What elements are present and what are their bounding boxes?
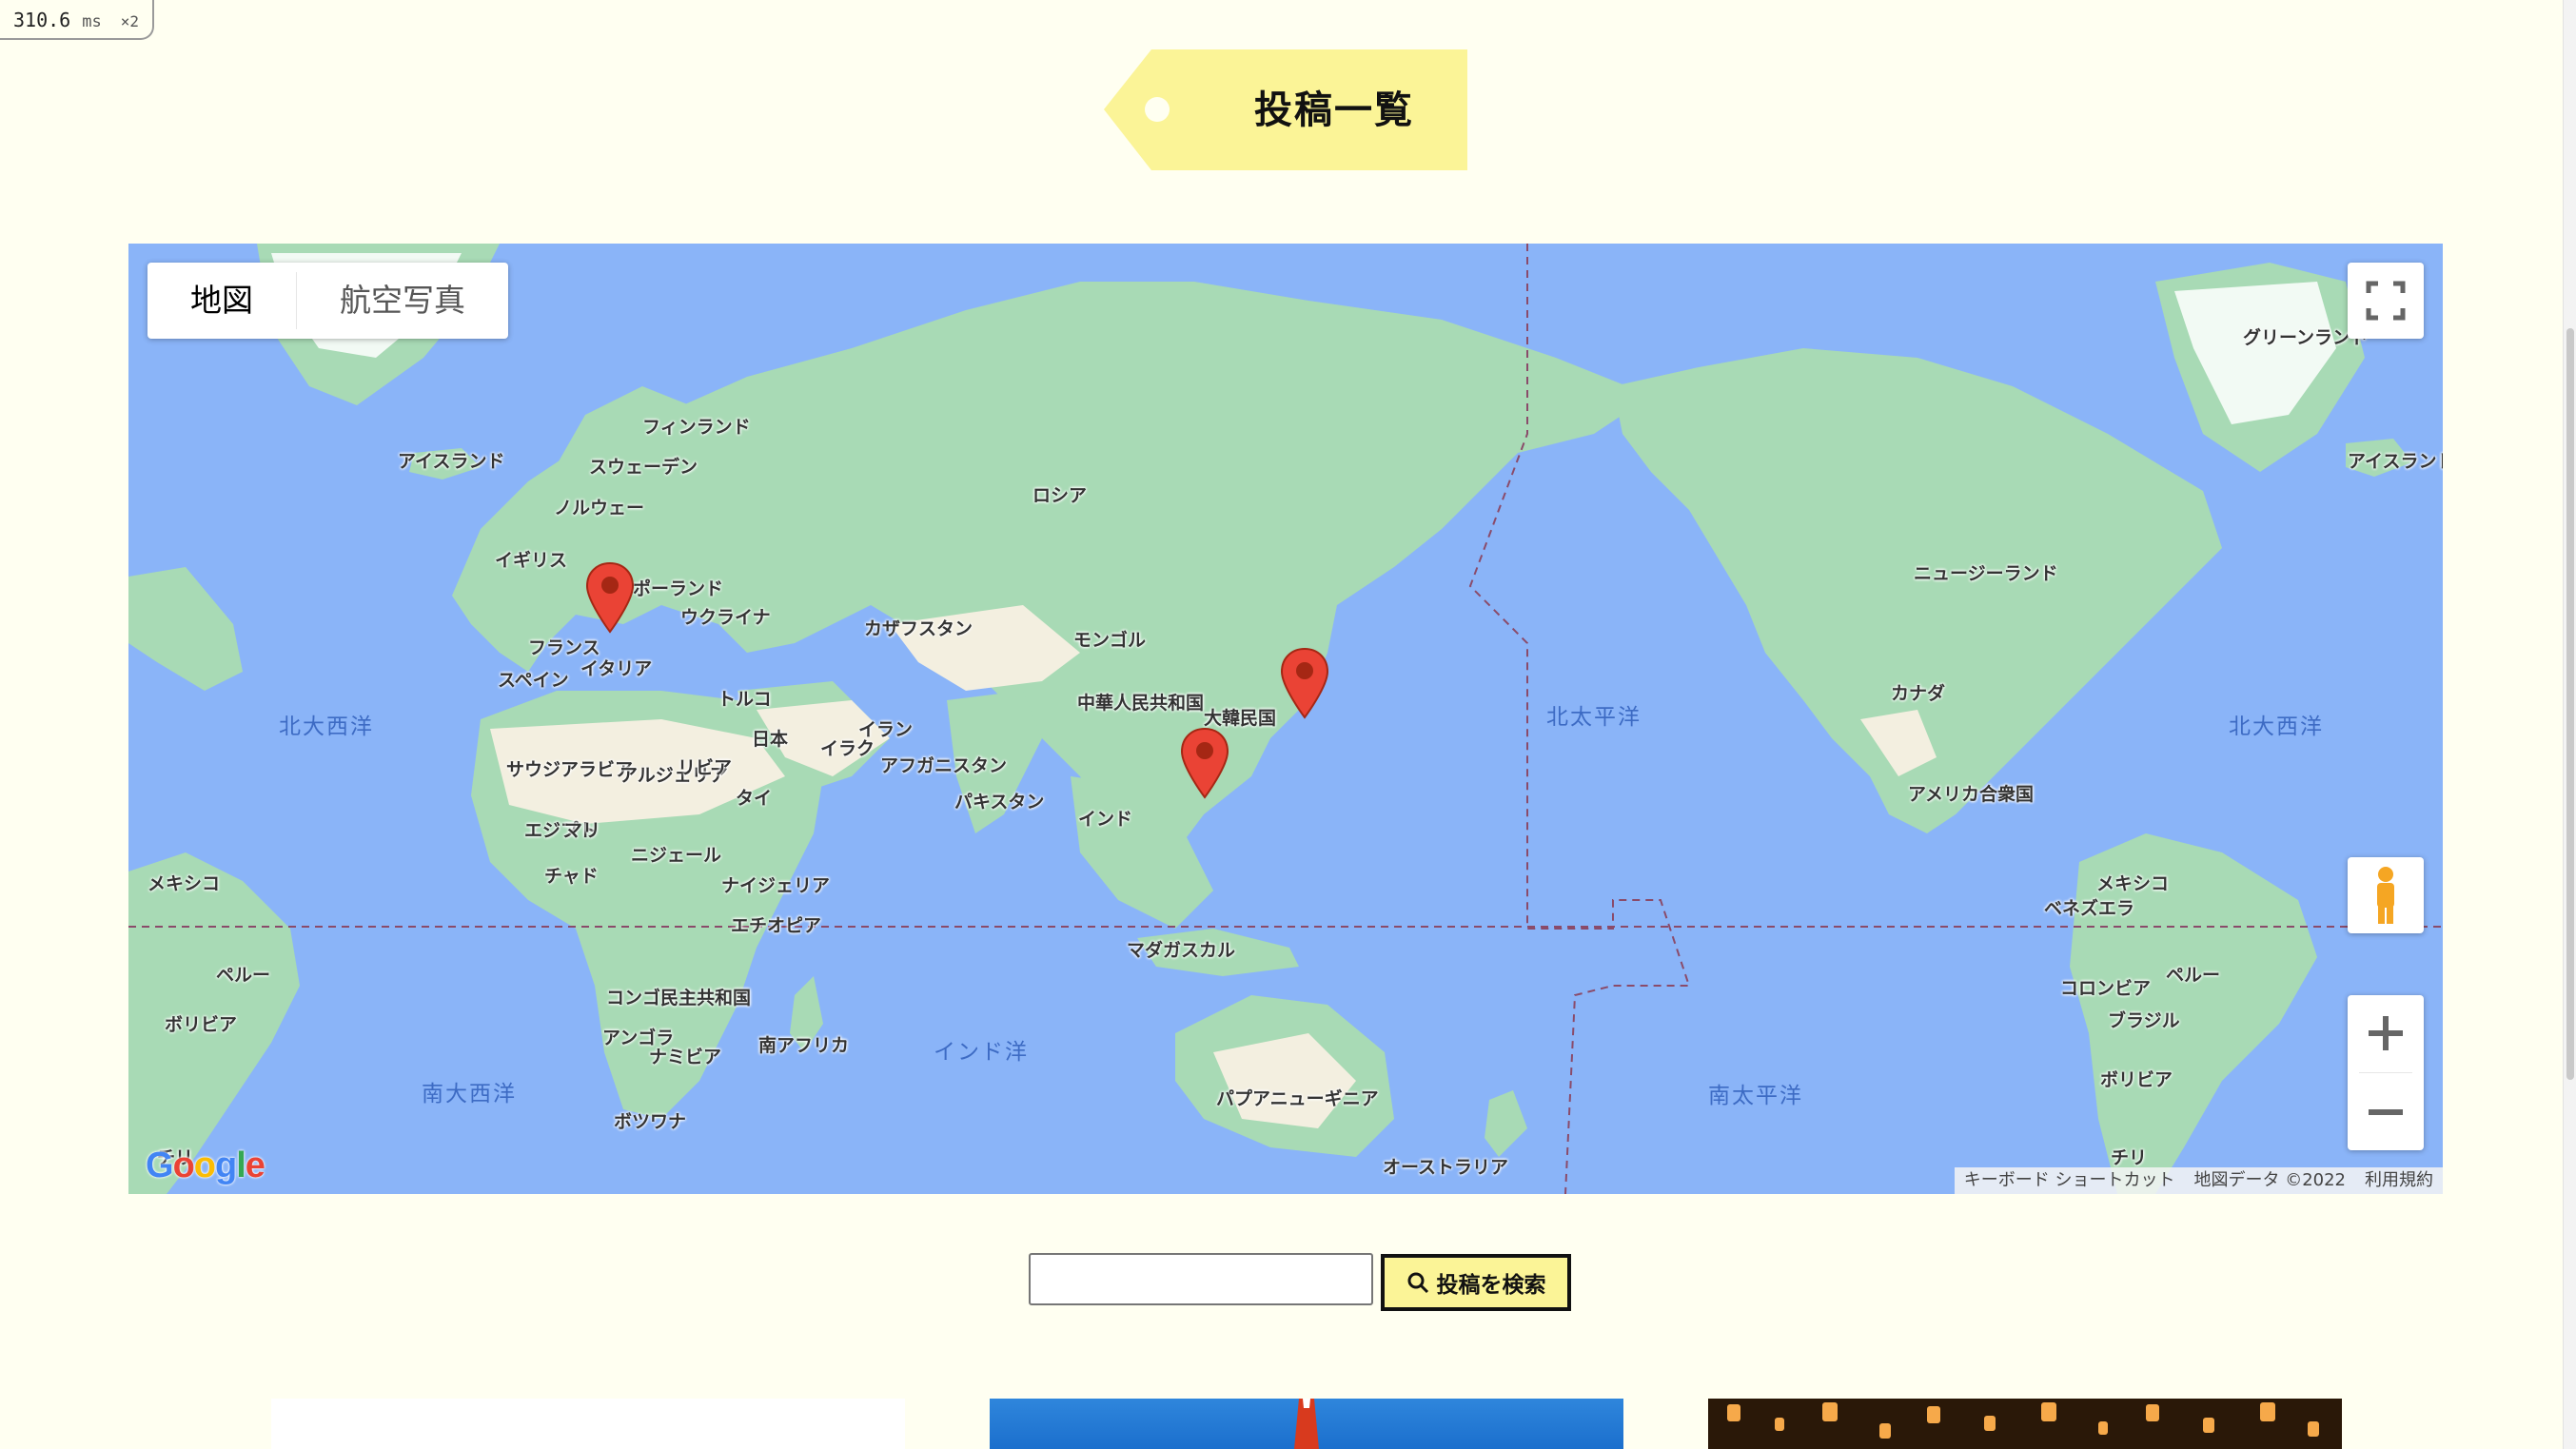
search-button[interactable]: 投稿を検索 bbox=[1381, 1254, 1571, 1311]
ocean-label-north-atlantic-right: 北大西洋 bbox=[2229, 715, 2324, 739]
country-label: ベネズエラ bbox=[2044, 898, 2135, 919]
fullscreen-button[interactable] bbox=[2348, 263, 2424, 339]
map-marker-japan[interactable] bbox=[1280, 647, 1329, 719]
country-label: イタリア bbox=[580, 658, 653, 679]
country-label: オーストラリア bbox=[1383, 1157, 1509, 1178]
country-label: スペイン bbox=[498, 670, 569, 691]
ocean-label-south-pacific: 南太平洋 bbox=[1708, 1084, 1803, 1108]
sky-lanterns-image bbox=[1727, 1402, 2319, 1439]
perf-value: 310.6 bbox=[13, 9, 71, 31]
search-button-label: 投稿を検索 bbox=[1436, 1273, 1546, 1298]
zoom-control bbox=[2348, 995, 2424, 1150]
country-label: 日本 bbox=[752, 729, 789, 750]
country-label: ブラジル bbox=[2108, 1010, 2180, 1031]
country-label: インド bbox=[1078, 809, 1133, 830]
map-marker-germany[interactable] bbox=[585, 561, 635, 634]
country-label: コンゴ民主共和国 bbox=[606, 988, 752, 1008]
country-label: ナミビア bbox=[649, 1047, 722, 1067]
country-label: カナダ bbox=[1891, 683, 1946, 704]
country-label: タイ bbox=[736, 788, 773, 809]
ocean-label-north-pacific: 北太平洋 bbox=[1546, 705, 1642, 730]
country-label: ナイジェリア bbox=[721, 875, 831, 896]
country-label: チャド bbox=[544, 866, 599, 887]
page-scrollbar[interactable] bbox=[2563, 0, 2576, 1449]
scrollbar-thumb[interactable] bbox=[2566, 328, 2574, 1080]
country-label: ロシア bbox=[1032, 485, 1088, 506]
country-label: ペルー bbox=[216, 965, 271, 986]
perf-multiplier: ×2 bbox=[120, 12, 140, 30]
country-label: モンゴル bbox=[1073, 630, 1147, 651]
country-label: 大韓民国 bbox=[1204, 708, 1277, 729]
country-label: マリ bbox=[564, 820, 601, 841]
country-label: カザフスタン bbox=[864, 618, 973, 639]
zoom-out-icon[interactable] bbox=[2348, 1074, 2424, 1150]
country-label: ウクライナ bbox=[680, 607, 771, 628]
search-input[interactable] bbox=[1029, 1253, 1373, 1305]
google-logo: Google bbox=[146, 1145, 265, 1185]
fullscreen-icon bbox=[2366, 281, 2406, 321]
country-label: スウェーデン bbox=[589, 457, 698, 478]
map-attribution: キーボード ショートカット 地図データ ©2022 利用規約 bbox=[1954, 1167, 2443, 1194]
country-label: ペルー bbox=[2166, 965, 2221, 986]
zoom-separator bbox=[2359, 1072, 2412, 1073]
perf-unit: ms bbox=[82, 12, 102, 31]
post-card[interactable] bbox=[1708, 1399, 2342, 1449]
country-label: イラン bbox=[858, 719, 914, 740]
ocean-label-south-atlantic: 南大西洋 bbox=[422, 1082, 517, 1106]
country-label: アメリカ合衆国 bbox=[1908, 784, 2035, 805]
search-icon bbox=[1407, 1272, 1428, 1294]
pegman-icon bbox=[2377, 867, 2394, 924]
map-data-credit: 地図データ ©2022 bbox=[2193, 1170, 2346, 1190]
country-label: アイスランド bbox=[398, 451, 505, 472]
country-label: 南アフリカ bbox=[758, 1035, 850, 1056]
perf-badge: 310.6 ms ×2 bbox=[0, 0, 155, 40]
map-type-roadmap-button[interactable]: 地図 bbox=[147, 263, 296, 339]
map-type-satellite-button[interactable]: 航空写真 bbox=[297, 263, 508, 339]
country-label: フィンランド bbox=[642, 417, 751, 438]
country-label: トルコ bbox=[718, 689, 772, 710]
country-label: ボリビア bbox=[2100, 1069, 2173, 1090]
country-label: ボツワナ bbox=[614, 1111, 687, 1132]
page-title-tag: 投稿一覧 bbox=[1104, 49, 1467, 170]
ocean-label-north-atlantic-left: 北大西洋 bbox=[279, 715, 374, 739]
tokyo-tower-image bbox=[1294, 1399, 1319, 1449]
country-label: ポーランド bbox=[633, 578, 724, 599]
zoom-in-icon[interactable] bbox=[2348, 995, 2424, 1071]
country-label: アフガニスタン bbox=[880, 755, 1008, 776]
map-type-control: 地図 航空写真 bbox=[147, 263, 508, 339]
country-label: コロンビア bbox=[2060, 978, 2152, 999]
country-label: チリ bbox=[2111, 1147, 2148, 1168]
country-label: ニジェール bbox=[631, 845, 722, 866]
keyboard-shortcuts-link[interactable]: キーボード ショートカット bbox=[1955, 1167, 2185, 1194]
country-label: パプアニューギニア bbox=[1216, 1088, 1379, 1109]
country-label: 中華人民共和国 bbox=[1077, 693, 1205, 714]
country-label: メキシコ bbox=[147, 873, 221, 894]
street-view-pegman[interactable] bbox=[2348, 857, 2424, 933]
post-card[interactable] bbox=[271, 1399, 905, 1449]
map-marker-taiwan[interactable] bbox=[1180, 727, 1229, 799]
country-label: ボリビア bbox=[165, 1014, 238, 1035]
page-title: 投稿一覧 bbox=[1254, 88, 1414, 132]
country-label: イギリス bbox=[495, 550, 568, 571]
country-label: パキスタン bbox=[954, 792, 1045, 813]
country-label: ニュージーランド bbox=[1914, 563, 2058, 584]
terms-link[interactable]: 利用規約 bbox=[2355, 1167, 2443, 1194]
ocean-label-indian: インド洋 bbox=[934, 1040, 1029, 1065]
world-map[interactable]: 北大西洋 北太平洋 北大西洋 インド洋 南大西洋 南太平洋 アイスランド フィン… bbox=[128, 244, 2443, 1194]
country-label: メキシコ bbox=[2096, 873, 2170, 894]
country-label: サウジアラビア bbox=[506, 759, 634, 780]
country-label: アイスランド bbox=[2348, 451, 2443, 472]
country-label: エチオピア bbox=[731, 915, 822, 936]
country-label: ノルウェー bbox=[554, 498, 645, 519]
country-label: マダガスカル bbox=[1127, 940, 1236, 961]
country-label: リビア bbox=[678, 757, 733, 778]
post-card[interactable] bbox=[990, 1399, 1623, 1449]
